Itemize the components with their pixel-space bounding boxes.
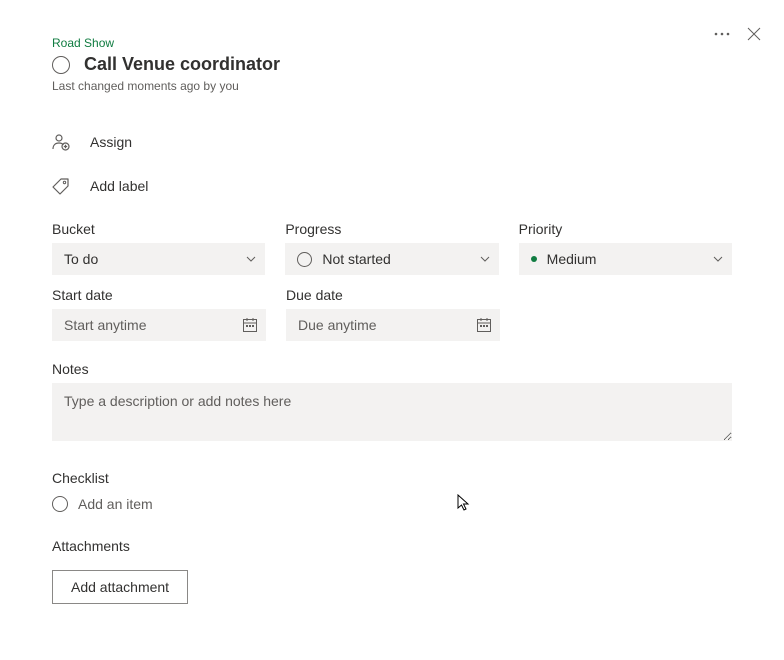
notes-textarea[interactable]	[52, 383, 732, 441]
start-date-label: Start date	[52, 287, 266, 303]
more-icon	[714, 32, 730, 36]
progress-select[interactable]: Not started	[285, 243, 498, 275]
notes-label: Notes	[52, 361, 732, 377]
checklist-label: Checklist	[52, 470, 732, 486]
priority-label: Priority	[519, 221, 732, 237]
chevron-down-icon	[479, 253, 491, 265]
chevron-down-icon	[712, 253, 724, 265]
calendar-icon	[476, 317, 492, 333]
add-label-text: Add label	[90, 178, 148, 194]
close-button[interactable]	[744, 24, 764, 44]
bucket-label: Bucket	[52, 221, 265, 237]
last-changed-text: Last changed moments ago by you	[52, 79, 732, 93]
add-attachment-button[interactable]: Add attachment	[52, 570, 188, 604]
task-title[interactable]: Call Venue coordinator	[84, 54, 280, 75]
start-date-placeholder: Start anytime	[64, 317, 146, 333]
assign-person-icon	[52, 133, 70, 151]
assign-button[interactable]: Assign	[52, 133, 732, 151]
progress-value: Not started	[322, 251, 390, 267]
add-label-button[interactable]: Add label	[52, 177, 732, 195]
priority-dot-icon	[531, 256, 537, 262]
complete-task-checkbox[interactable]	[52, 56, 70, 74]
start-date-input[interactable]: Start anytime	[52, 309, 266, 341]
bucket-value: To do	[64, 251, 98, 267]
chevron-down-icon	[245, 253, 257, 265]
due-date-input[interactable]: Due anytime	[286, 309, 500, 341]
checklist-circle-icon	[52, 496, 68, 512]
priority-value: Medium	[547, 251, 597, 267]
tag-icon	[52, 177, 70, 195]
more-options-button[interactable]	[712, 24, 732, 44]
add-checklist-item[interactable]: Add an item	[52, 496, 732, 512]
assign-label: Assign	[90, 134, 132, 150]
due-date-label: Due date	[286, 287, 500, 303]
due-date-placeholder: Due anytime	[298, 317, 377, 333]
priority-select[interactable]: Medium	[519, 243, 732, 275]
progress-status-icon	[297, 252, 312, 267]
bucket-breadcrumb[interactable]: Road Show	[52, 36, 732, 50]
close-icon	[747, 27, 761, 41]
add-item-text: Add an item	[78, 496, 153, 512]
bucket-select[interactable]: To do	[52, 243, 265, 275]
calendar-icon	[242, 317, 258, 333]
progress-label: Progress	[285, 221, 498, 237]
attachments-label: Attachments	[52, 538, 732, 554]
